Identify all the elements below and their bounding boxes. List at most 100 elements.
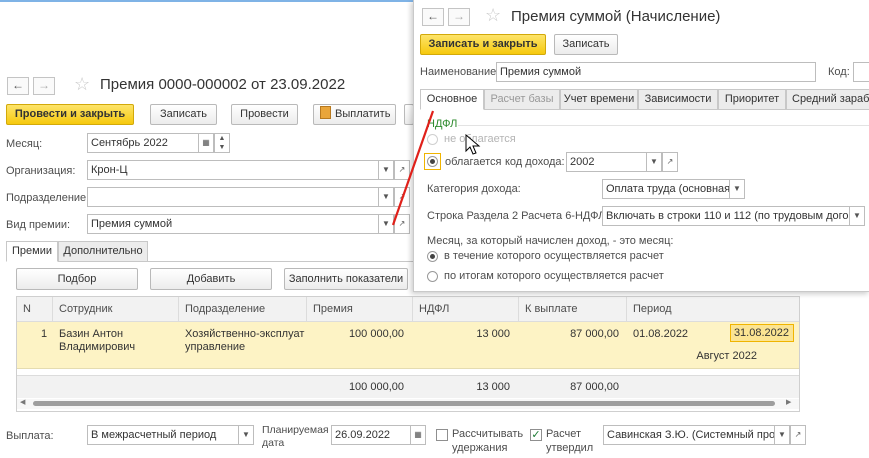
table-row[interactable]: 1 Базин Антон Владимирович Хозяйственно-… [17,322,799,369]
income-code-field[interactable]: 2002 [566,152,647,172]
scroll-left-icon[interactable]: ◀ [20,398,25,406]
chevron-down-icon: ▼ [733,184,741,193]
section2-field[interactable]: Включать в строки 110 и 112 (по трудовым… [602,206,850,226]
calc-deductions-checkbox[interactable] [436,429,448,441]
open-form-icon: ↗ [666,157,674,166]
approved-checkbox[interactable]: ✓ [530,429,542,441]
open-form-icon: ↗ [794,430,802,439]
mouse-cursor-icon [465,134,481,155]
tab-average-earnings[interactable]: Средний заработок [786,89,869,110]
section2-label: Строка Раздела 2 Расчета 6-НДФЛ: [427,210,609,222]
chevron-down-icon: ▼ [382,219,390,228]
accrual-forward-button[interactable]: → [448,8,470,26]
save-button[interactable]: Записать [150,104,217,125]
tab-main[interactable]: Основное [420,89,484,110]
tab-time-accounting[interactable]: Учет времени [560,89,638,110]
row-n: 1 [41,328,48,340]
post-button[interactable]: Провести [231,104,298,125]
tab-base-calc[interactable]: Расчет базы [484,89,560,110]
back-button[interactable]: ← [7,77,29,95]
col-department[interactable]: Подразделение [179,297,307,321]
income-category-dropdown[interactable]: ▼ [729,179,745,199]
window-top-strip [0,0,420,2]
department-field[interactable] [87,187,379,207]
approved-label-1: Расчет [546,428,581,440]
forward-button[interactable]: → [33,77,55,95]
pay-label: Выплатить [335,108,391,120]
calendar-icon: ▦ [202,138,210,147]
fill-indicators-button[interactable]: Заполнить показатели [284,268,408,290]
col-period[interactable]: Период [627,297,799,321]
code-field[interactable] [853,62,869,82]
post-and-close-button[interactable]: Провести и закрыть [6,104,134,125]
favorite-star-icon[interactable]: ☆ [74,74,90,95]
planned-date-field[interactable]: 26.09.2022 [331,425,411,445]
income-category-field[interactable]: Оплата труда (основная н [602,179,730,199]
payment-label: Выплата: [6,430,54,442]
row-ndfl: 13 000 [476,328,510,340]
row-employee-1: Базин Антон [59,328,124,340]
accrual-save-button[interactable]: Записать [554,34,618,55]
accrual-title: Премия суммой (Начисление) [511,8,721,25]
pay-button[interactable]: Выплатить [313,104,396,125]
ndfl-header-line [458,125,869,126]
col-bonus[interactable]: Премия [307,297,413,321]
row-period-month: Август 2022 [696,350,757,362]
chevron-down-icon: ▼ [778,430,786,439]
month-question-label: Месяц, за который начислен доход, - это … [427,235,674,247]
approver-field[interactable]: Савинская З.Ю. (Системный прог [603,425,775,445]
scrollbar-thumb[interactable] [33,401,775,406]
col-n[interactable]: N [17,297,53,321]
tab-dependencies[interactable]: Зависимости [638,89,718,110]
row-period-to-box[interactable]: 31.08.2022 [730,324,794,342]
name-field[interactable]: Премия суммой [496,62,816,82]
month-field[interactable]: Сентябрь 2022 [87,133,199,153]
row-bonus: 100 000,00 [348,328,404,340]
chevron-down-icon: ▼ [650,157,658,166]
taxed-label: облагается [445,156,502,168]
row-employee-2: Владимирович [59,341,136,353]
scroll-right-icon[interactable]: ▶ [786,398,791,406]
payment-dropdown[interactable]: ▼ [238,425,254,445]
name-label: Наименование: [420,66,500,78]
approver-dropdown[interactable]: ▼ [774,425,790,445]
total-ndfl: 13 000 [476,381,510,393]
approved-label-2: утвердил [546,442,594,454]
row-period-from: 01.08.2022 [633,328,689,340]
bonus-type-field[interactable]: Премия суммой [87,214,379,234]
organization-field[interactable]: Крон-Ц [87,160,379,180]
col-ndfl[interactable]: НДФЛ [413,297,519,321]
bonus-type-label: Вид премии: [6,219,71,231]
col-employee[interactable]: Сотрудник [53,297,179,321]
select-button[interactable]: Подбор [16,268,138,290]
payment-field[interactable]: В межрасчетный период [87,425,239,445]
tab-additional[interactable]: Дополнительно [58,241,148,262]
month-option1-radio[interactable] [427,251,438,262]
table-totals: 100 000,00 13 000 87 000,00 [17,375,799,398]
month-spin-button[interactable]: ▲ ▼ [214,133,230,153]
col-payout[interactable]: К выплате [519,297,627,321]
arrow-left-icon: ← [427,9,439,23]
table-header: N Сотрудник Подразделение Премия НДФЛ К … [17,297,799,322]
month-option2-radio[interactable] [427,271,438,282]
income-code-open-button[interactable]: ↗ [662,152,678,172]
tab-bonuses[interactable]: Премии [6,241,58,262]
horizontal-scrollbar[interactable]: ◀ ▶ [17,399,799,409]
tab-priority[interactable]: Приоритет [718,89,786,110]
approver-open-button[interactable]: ↗ [790,425,806,445]
income-category-label: Категория дохода: [427,183,521,195]
pay-doc-icon [320,106,331,119]
accrual-window: ← → ☆ Премия суммой (Начисление) Записат… [413,0,869,292]
row-dept-1: Хозяйственно-эксплуат [185,328,305,340]
section2-dropdown[interactable]: ▼ [849,206,865,226]
income-code-label: код дохода: [505,156,565,168]
planned-date-calendar[interactable]: ▦ [410,425,426,445]
save-and-close-button[interactable]: Записать и закрыть [420,34,546,55]
add-button[interactable]: Добавить [150,268,272,290]
accrual-star-icon[interactable]: ☆ [485,5,501,26]
arrow-right-icon: → [453,9,465,23]
accrual-back-button[interactable]: ← [422,8,444,26]
month-calendar-button[interactable]: ▦ [198,133,214,153]
planned-date-label-1: Планируемая [262,424,329,436]
income-code-dropdown[interactable]: ▼ [646,152,662,172]
